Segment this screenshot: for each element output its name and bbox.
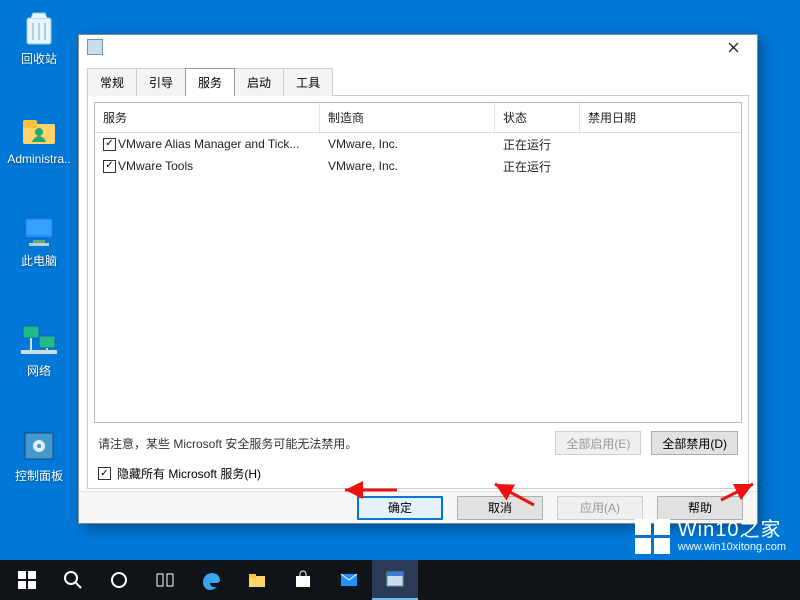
desktop-icon-label: 回收站 xyxy=(6,50,72,67)
col-manufacturer[interactable]: 制造商 xyxy=(320,103,495,132)
tab-tools[interactable]: 工具 xyxy=(283,68,333,96)
desktop-icon-label: 此电脑 xyxy=(6,252,72,269)
desktop-icon-label: 网络 xyxy=(6,362,72,379)
cortana-icon xyxy=(109,570,129,590)
cell-status: 正在运行 xyxy=(495,158,580,175)
store-button[interactable] xyxy=(280,560,326,600)
cell-service: VMware Alias Manager and Tick... xyxy=(95,137,320,151)
list-body: VMware Alias Manager and Tick... VMware,… xyxy=(95,133,741,422)
taskbar[interactable] xyxy=(0,560,800,600)
cancel-button[interactable]: 取消 xyxy=(457,496,543,520)
services-list[interactable]: 服务 制造商 状态 禁用日期 VMware Alias Manager and … xyxy=(94,102,742,423)
app-icon xyxy=(87,39,103,55)
note-row: 请注意，某些 Microsoft 安全服务可能无法禁用。 全部启用(E) 全部禁… xyxy=(98,431,738,455)
service-name: VMware Tools xyxy=(118,159,193,173)
col-service[interactable]: 服务 xyxy=(95,103,320,132)
desktop-icon-recycle-bin[interactable]: 回收站 xyxy=(6,8,72,67)
hide-ms-checkbox[interactable] xyxy=(98,467,111,480)
watermark-line2: www.win10xitong.com xyxy=(678,541,786,553)
desktop-icon-network[interactable]: 网络 xyxy=(6,320,72,379)
windows-icon xyxy=(17,570,37,590)
desktop-icon-user[interactable]: Administra.. xyxy=(6,110,72,166)
msconfig-taskbar-button[interactable] xyxy=(372,560,418,600)
apply-button[interactable]: 应用(A) xyxy=(557,496,643,520)
tab-startup[interactable]: 启动 xyxy=(234,68,284,96)
recycle-bin-icon xyxy=(19,8,59,48)
task-view-icon xyxy=(155,570,175,590)
list-header[interactable]: 服务 制造商 状态 禁用日期 xyxy=(95,103,741,133)
desktop-icon-control-panel[interactable]: 控制面板 xyxy=(6,425,72,484)
enable-all-button[interactable]: 全部启用(E) xyxy=(555,431,641,455)
disable-all-button[interactable]: 全部禁用(D) xyxy=(651,431,738,455)
tab-strip: 常规 引导 服务 启动 工具 xyxy=(87,67,749,95)
watermark: Win10之家 www.win10xitong.com xyxy=(635,519,786,554)
folder-icon xyxy=(247,570,267,590)
start-button[interactable] xyxy=(4,560,50,600)
cell-manufacturer: VMware, Inc. xyxy=(320,137,495,151)
desktop-icon-this-pc[interactable]: 此电脑 xyxy=(6,210,72,269)
task-view-button[interactable] xyxy=(142,560,188,600)
cell-status: 正在运行 xyxy=(495,136,580,153)
desktop-icon-label: Administra.. xyxy=(6,152,72,166)
mail-button[interactable] xyxy=(326,560,372,600)
windows-logo-icon xyxy=(635,519,670,554)
ok-button[interactable]: 确定 xyxy=(357,496,443,520)
row-checkbox[interactable] xyxy=(103,160,116,173)
list-row[interactable]: VMware Tools VMware, Inc. 正在运行 xyxy=(95,155,741,177)
msconfig-dialog: 常规 引导 服务 启动 工具 服务 制造商 状态 禁用日期 VMware A xyxy=(78,34,758,524)
search-button[interactable] xyxy=(50,560,96,600)
tab-body: 服务 制造商 状态 禁用日期 VMware Alias Manager and … xyxy=(87,95,749,489)
edge-icon xyxy=(201,570,221,590)
tab-area: 常规 引导 服务 启动 工具 服务 制造商 状态 禁用日期 VMware A xyxy=(79,59,757,491)
watermark-line1: Win10之家 xyxy=(678,519,786,541)
cell-service: VMware Tools xyxy=(95,159,320,173)
store-icon xyxy=(293,570,313,590)
tab-services[interactable]: 服务 xyxy=(185,68,235,96)
search-icon xyxy=(63,570,83,590)
control-panel-icon xyxy=(19,425,59,465)
explorer-button[interactable] xyxy=(234,560,280,600)
hide-ms-services-row: 隐藏所有 Microsoft 服务(H) xyxy=(98,465,738,482)
network-icon xyxy=(19,320,59,360)
list-row[interactable]: VMware Alias Manager and Tick... VMware,… xyxy=(95,133,741,155)
help-button[interactable]: 帮助 xyxy=(657,496,743,520)
col-status[interactable]: 状态 xyxy=(495,103,580,132)
edge-button[interactable] xyxy=(188,560,234,600)
desktop-icon-label: 控制面板 xyxy=(6,467,72,484)
this-pc-icon xyxy=(19,210,59,250)
cell-manufacturer: VMware, Inc. xyxy=(320,159,495,173)
close-button[interactable] xyxy=(713,35,753,59)
hide-ms-label: 隐藏所有 Microsoft 服务(H) xyxy=(117,465,261,482)
tab-general[interactable]: 常规 xyxy=(87,68,137,96)
titlebar xyxy=(79,35,757,59)
mail-icon xyxy=(339,570,359,590)
msconfig-icon xyxy=(385,569,405,589)
col-disabled-date[interactable]: 禁用日期 xyxy=(580,103,741,132)
cortana-button[interactable] xyxy=(96,560,142,600)
note-text: 请注意，某些 Microsoft 安全服务可能无法禁用。 xyxy=(98,435,357,452)
row-checkbox[interactable] xyxy=(103,138,116,151)
close-icon xyxy=(728,42,739,53)
tab-boot[interactable]: 引导 xyxy=(136,68,186,96)
service-name: VMware Alias Manager and Tick... xyxy=(118,137,299,151)
user-folder-icon xyxy=(19,110,59,150)
